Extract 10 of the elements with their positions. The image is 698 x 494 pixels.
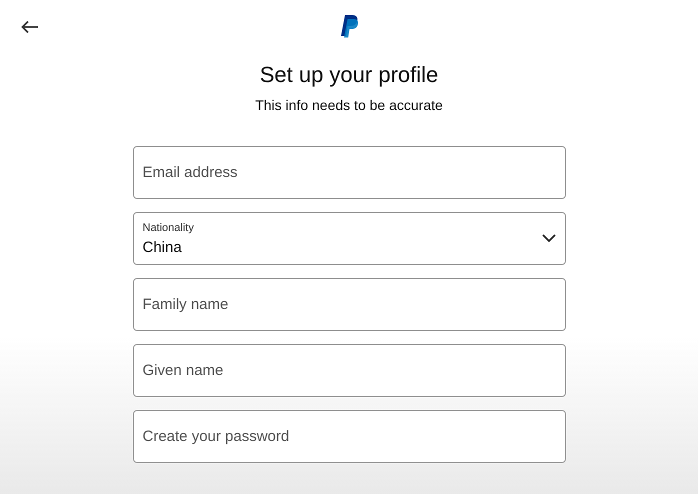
chevron-down-icon bbox=[542, 234, 556, 243]
input-field[interactable]: Given name bbox=[132, 344, 566, 397]
page-title: Set up your profile bbox=[260, 62, 438, 88]
select-field[interactable]: Nationality China bbox=[132, 212, 566, 265]
subtitle: This info needs to be accurate bbox=[255, 97, 443, 113]
input-field[interactable]: Family name bbox=[132, 278, 566, 331]
input-field[interactable]: Create your password bbox=[132, 410, 566, 463]
input-field[interactable]: Email address bbox=[132, 146, 566, 199]
logo-icon bbox=[339, 14, 359, 38]
back-arrow-icon bbox=[21, 20, 39, 34]
